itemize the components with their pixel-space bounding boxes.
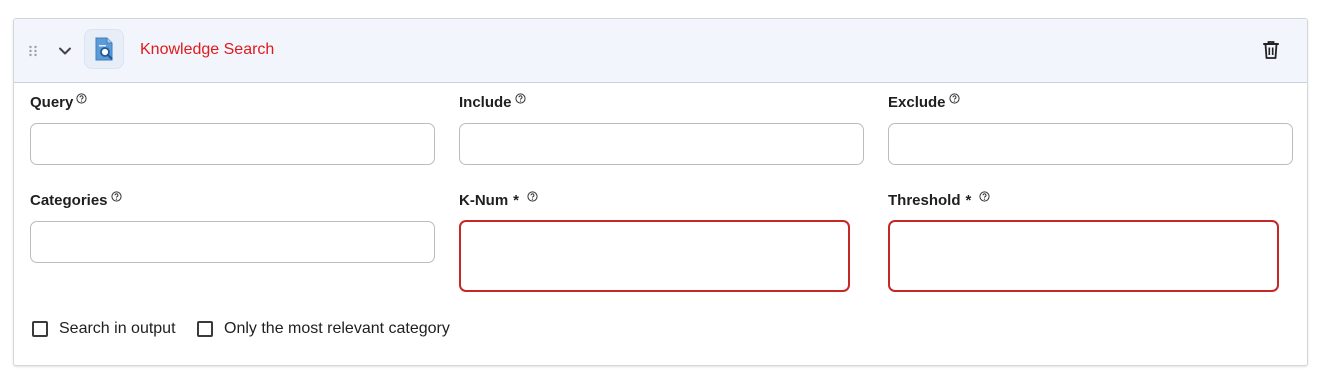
exclude-label-text: Exclude bbox=[888, 94, 946, 111]
help-icon[interactable] bbox=[948, 93, 960, 104]
help-icon[interactable] bbox=[527, 191, 538, 202]
most-relevant-category-checkbox[interactable]: Only the most relevant category bbox=[197, 320, 450, 338]
required-asterisk: * bbox=[965, 192, 972, 209]
query-input[interactable] bbox=[30, 123, 435, 165]
threshold-label-text: Threshold bbox=[888, 192, 961, 209]
k-num-input[interactable] bbox=[459, 220, 850, 292]
help-icon[interactable] bbox=[76, 93, 87, 104]
checkbox-square[interactable] bbox=[32, 321, 48, 337]
categories-label-text: Categories bbox=[30, 192, 108, 209]
exclude-label: Exclude bbox=[888, 93, 960, 112]
node-title: Knowledge Search bbox=[140, 41, 275, 58]
checkbox-square[interactable] bbox=[197, 321, 213, 337]
search-in-output-label: Search in output bbox=[59, 320, 176, 337]
card-header: Knowledge Search bbox=[14, 19, 1307, 83]
search-in-output-checkbox[interactable]: Search in output bbox=[32, 320, 176, 338]
knowledge-search-card: Knowledge Search Query Include Exclude C… bbox=[13, 18, 1308, 366]
help-icon[interactable] bbox=[979, 191, 990, 202]
categories-input[interactable] bbox=[30, 221, 435, 263]
k-num-label: K-Num * bbox=[459, 191, 538, 210]
chevron-down-icon[interactable] bbox=[56, 42, 74, 60]
drag-handle-icon[interactable] bbox=[28, 44, 38, 58]
k-num-label-text: K-Num bbox=[459, 192, 509, 209]
node-logo bbox=[84, 29, 124, 69]
include-label-text: Include bbox=[459, 94, 512, 111]
required-asterisk: * bbox=[513, 192, 520, 209]
trash-icon[interactable] bbox=[1261, 39, 1281, 61]
help-icon[interactable] bbox=[110, 191, 122, 202]
threshold-input[interactable] bbox=[888, 220, 1279, 292]
categories-label: Categories bbox=[30, 191, 122, 210]
query-label: Query bbox=[30, 93, 87, 112]
include-label: Include bbox=[459, 93, 526, 112]
exclude-input[interactable] bbox=[888, 123, 1293, 165]
most-relevant-category-label: Only the most relevant category bbox=[224, 320, 450, 337]
include-input[interactable] bbox=[459, 123, 864, 165]
knowledge-search-icon bbox=[95, 37, 113, 61]
threshold-label: Threshold * bbox=[888, 191, 990, 210]
query-label-text: Query bbox=[30, 94, 74, 111]
help-icon[interactable] bbox=[514, 93, 526, 104]
